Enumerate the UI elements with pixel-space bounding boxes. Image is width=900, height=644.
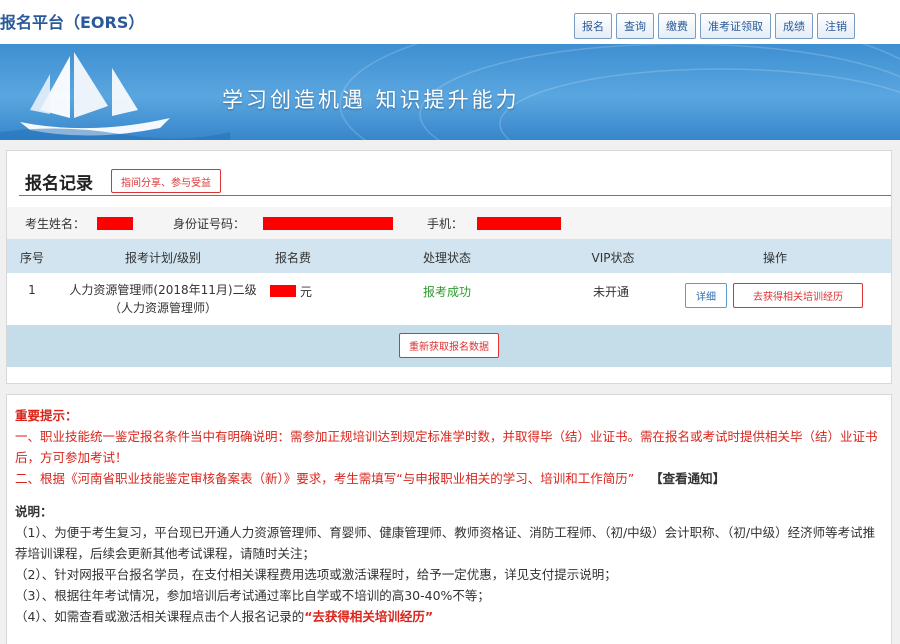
title-divider bbox=[19, 195, 891, 196]
col-actions: 操作 bbox=[762, 251, 788, 265]
important-tip-1: 一、职业技能统一鉴定报名条件当中有明确说明：需参加正规培训达到规定标准学时数，并… bbox=[15, 429, 878, 465]
id-label: 身份证号码： bbox=[173, 217, 246, 231]
view-notice-link[interactable]: 【查看通知】 bbox=[650, 471, 725, 486]
name-label: 考生姓名： bbox=[25, 217, 86, 231]
name-redacted bbox=[97, 217, 133, 230]
nav-register-button[interactable]: 报名 bbox=[574, 13, 612, 39]
id-redacted bbox=[263, 217, 393, 230]
fee-redacted bbox=[270, 285, 296, 297]
top-bar: 报名平台（EORS） 报名 查询 缴费 准考证领取 成绩 注销 bbox=[0, 0, 900, 44]
col-index: 序号 bbox=[19, 251, 45, 265]
important-tip-2: 二、根据《河南省职业技能鉴定审核备案表（新）》要求，考生需填写“与申报职业相关的… bbox=[15, 471, 635, 486]
nav-admission-ticket-button[interactable]: 准考证领取 bbox=[700, 13, 771, 39]
share-button[interactable]: 指间分享、参与受益 bbox=[111, 169, 221, 193]
explain-item-3: （3）、根据往年考试情况，参加培训后考试通过率比自学或不培训的高30-40%不等… bbox=[15, 588, 490, 603]
nav-payment-button[interactable]: 缴费 bbox=[658, 13, 696, 39]
explain-item-4-line: （4）、如需查看或激活相关课程点击个人报名记录的“去获得相关培训经历” bbox=[15, 606, 883, 627]
site-title: 报名平台（EORS） bbox=[0, 13, 145, 32]
important-title: 重要提示： bbox=[15, 408, 78, 423]
phone-label: 手机： bbox=[427, 217, 464, 231]
col-plan: 报考计划/级别 bbox=[124, 251, 202, 265]
get-training-button[interactable]: 去获得相关培训经历 bbox=[733, 283, 863, 308]
nav-query-button[interactable]: 查询 bbox=[616, 13, 654, 39]
col-vip: VIP状态 bbox=[591, 251, 635, 265]
registration-record-panel: 报名记录 指间分享、参与受益 考生姓名： 身份证号码： 手机： 序号 报考计划/… bbox=[6, 150, 892, 384]
refresh-data-button[interactable]: 重新获取报名数据 bbox=[399, 333, 499, 358]
explain-item-4: （4）、如需查看或激活相关课程点击个人报名记录的 bbox=[15, 609, 305, 624]
important-tip-2-line: 二、根据《河南省职业技能鉴定审核备案表（新）》要求，考生需填写“与申报职业相关的… bbox=[15, 468, 883, 489]
row-plan: 人力资源管理师(2018年11月)二级（人力资源管理师） bbox=[69, 283, 257, 315]
training-link[interactable]: “去获得相关培训经历” bbox=[304, 609, 433, 624]
row-fee-unit: 元 bbox=[299, 285, 313, 299]
banner-slogan: 学习创造机遇 知识提升能力 bbox=[222, 88, 520, 112]
row-index: 1 bbox=[28, 283, 36, 297]
detail-button[interactable]: 详细 bbox=[685, 283, 727, 308]
explain-title: 说明： bbox=[15, 504, 53, 519]
notes-panel: 重要提示： 一、职业技能统一鉴定报名条件当中有明确说明：需参加正规培训达到规定标… bbox=[6, 394, 892, 644]
phone-redacted bbox=[477, 217, 561, 230]
table-row: 1 人力资源管理师(2018年11月)二级（人力资源管理师） 元 报考成功 未开… bbox=[7, 273, 891, 325]
table-header: 序号 报考计划/级别 报名费 处理状态 VIP状态 操作 bbox=[7, 239, 891, 273]
sailing-ship-icon bbox=[0, 52, 230, 140]
panel-title: 报名记录 bbox=[25, 174, 93, 194]
nav-logout-button[interactable]: 注销 bbox=[817, 13, 855, 39]
refresh-bar: 重新获取报名数据 bbox=[7, 325, 891, 367]
candidate-info-row: 考生姓名： 身份证号码： 手机： bbox=[7, 207, 891, 239]
nav-scores-button[interactable]: 成绩 bbox=[775, 13, 813, 39]
row-vip: 未开通 bbox=[592, 285, 630, 299]
explain-item-1: （1）、为便于考生复习，平台现已开通人力资源管理师、育婴师、健康管理师、教师资格… bbox=[15, 525, 876, 561]
row-status: 报考成功 bbox=[422, 285, 472, 299]
col-status: 处理状态 bbox=[422, 251, 472, 265]
main-nav: 报名 查询 缴费 准考证领取 成绩 注销 bbox=[574, 13, 855, 39]
col-fee: 报名费 bbox=[274, 251, 312, 265]
banner: 学习创造机遇 知识提升能力 bbox=[0, 44, 900, 140]
explain-item-2: （2）、针对网报平台报名学员，在支付相关课程费用选项或激活课程时，给予一定优惠，… bbox=[15, 567, 617, 582]
